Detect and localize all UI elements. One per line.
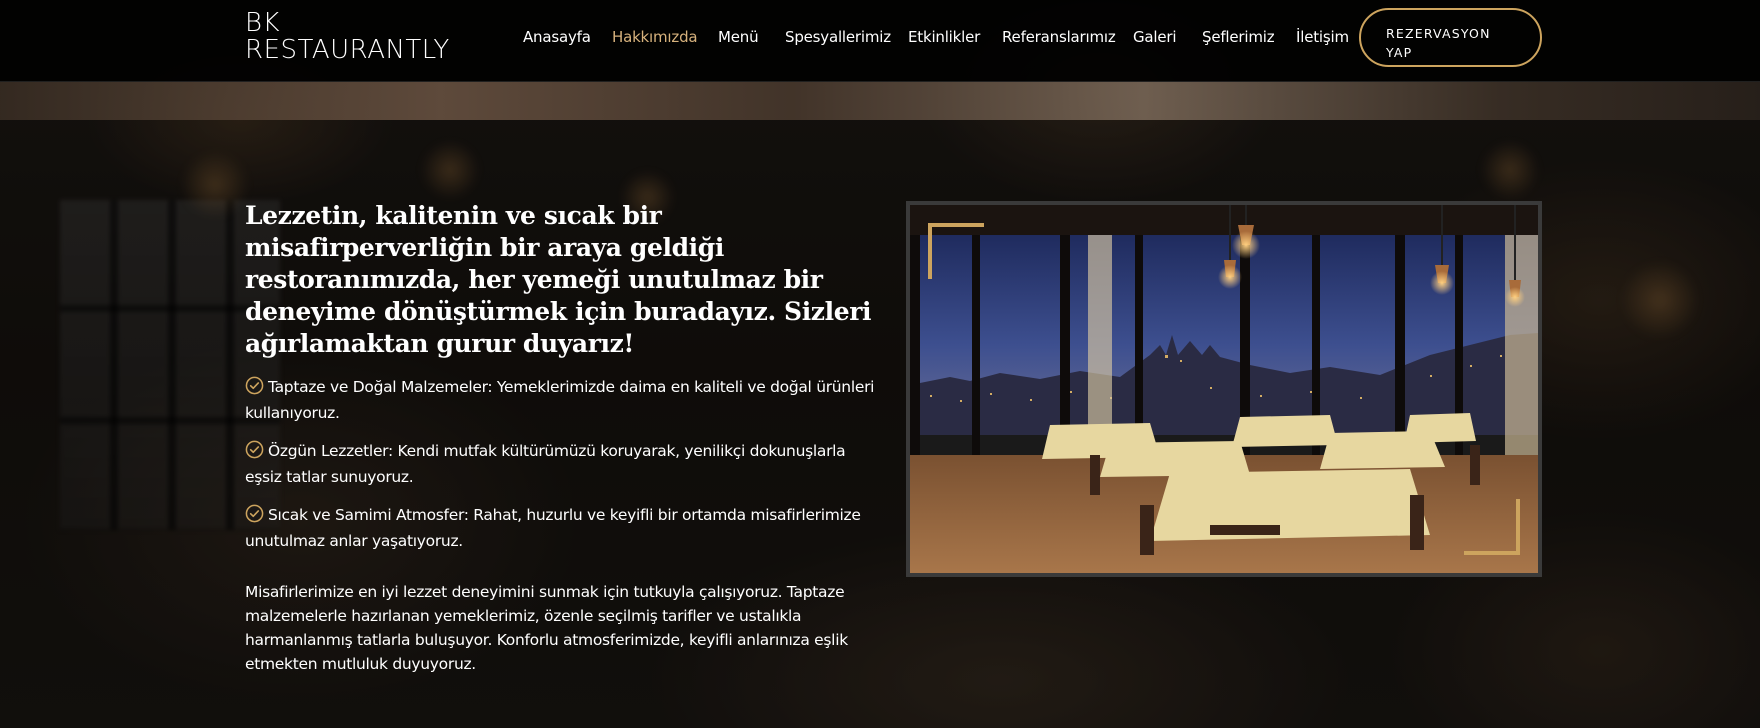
check-circle-icon [245, 504, 264, 523]
reservation-button[interactable]: REZERVASYON YAP [1359, 8, 1542, 67]
feature-text: Sıcak ve Samimi Atmosfer: Rahat, huzurlu… [245, 506, 861, 550]
nav-item-spesyallerimiz[interactable]: Spesyallerimiz [785, 28, 891, 46]
about-paragraph: Misafirlerimize en iyi lezzet deneyimini… [245, 583, 848, 673]
nav-item-etkinlikler[interactable]: Etkinlikler [908, 28, 980, 46]
nav-item-seflerimiz[interactable]: Şeflerimiz [1202, 28, 1275, 46]
check-circle-icon [245, 440, 264, 459]
nav-item-iletisim[interactable]: İletişim [1296, 28, 1349, 46]
feature-item: Özgün Lezzetler: Kendi mutfak kültürümüz… [245, 438, 875, 490]
nav-item-anasayfa[interactable]: Anasayfa [523, 28, 591, 46]
nav-item-galeri[interactable]: Galeri [1133, 28, 1177, 46]
feature-text: Taptaze ve Doğal Malzemeler: Yemeklerimi… [245, 378, 875, 422]
reservation-button-line-1: REZERVASYON [1386, 26, 1491, 41]
feature-text: Özgün Lezzetler: Kendi mutfak kültürümüz… [245, 442, 846, 486]
photo-corner-accent [928, 223, 984, 279]
about-section: Lezzetin, kalitenin ve sıcak bir misafir… [245, 200, 875, 676]
check-circle-icon [245, 376, 264, 395]
nav-item-referanslarimiz[interactable]: Referanslarımız [1002, 28, 1116, 46]
feature-item: Sıcak ve Samimi Atmosfer: Rahat, huzurlu… [245, 502, 875, 554]
site-header: BK RESTAURANTLY Anasayfa Hakkımızda Menü… [0, 0, 1760, 82]
feature-list: Taptaze ve Doğal Malzemeler: Yemeklerimi… [245, 374, 875, 554]
hero-image-strip [0, 82, 1760, 120]
reservation-button-line-2: YAP [1386, 45, 1413, 60]
restaurant-photo [906, 201, 1542, 577]
nav-item-hakkimizda[interactable]: Hakkımızda [612, 28, 698, 46]
about-headline: Lezzetin, kalitenin ve sıcak bir misafir… [245, 201, 872, 358]
photo-corner-accent [1464, 499, 1520, 555]
restaurant-interior-image [910, 205, 1538, 573]
feature-item: Taptaze ve Doğal Malzemeler: Yemeklerimi… [245, 374, 875, 426]
nav-item-menu[interactable]: Menü [718, 28, 759, 46]
